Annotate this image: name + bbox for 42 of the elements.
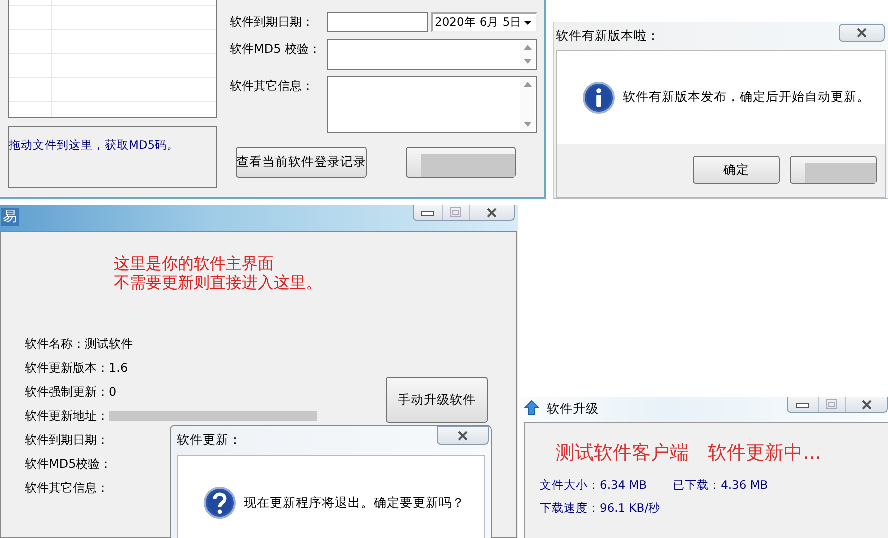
- dialog-title: 软件更新：: [177, 431, 242, 449]
- download-stat: 文件大小：6.34 MB: [540, 478, 648, 493]
- dropdown-caret-icon: [524, 20, 532, 24]
- date-dropdown[interactable]: 2020年 6月 5日: [431, 12, 538, 33]
- info-text: 软件更新版本：1.6: [25, 360, 128, 376]
- download-stat: 下载速度：96.1 KB/秒: [540, 501, 661, 516]
- field-label: 软件到期日期：: [230, 14, 315, 31]
- dialog-message: 软件有新版本发布，确定后开始自动更新。: [623, 89, 870, 106]
- maximize-icon: [826, 399, 838, 410]
- text-area[interactable]: [327, 39, 537, 70]
- info-text: 软件名称：测试软件: [25, 336, 133, 352]
- scroll-up-icon[interactable]: [522, 44, 532, 51]
- dialog-button[interactable]: [406, 147, 516, 178]
- info-text: 软件MD5校验：: [25, 456, 112, 472]
- up-arrow-icon: [524, 400, 540, 416]
- upgrade-button[interactable]: 手动升级软件: [386, 377, 488, 423]
- dialog-button[interactable]: 确定: [693, 156, 780, 184]
- field-label: 软件MD5 校验：: [230, 41, 322, 58]
- text-area[interactable]: [327, 76, 537, 133]
- info-text: 软件强制更新：0: [25, 384, 117, 400]
- info-text: 软件其它信息：: [25, 480, 109, 496]
- maximize-icon: [450, 207, 462, 218]
- dialog-message: 现在更新程序将退出。确定要更新吗？: [244, 494, 465, 512]
- field-label: 软件其它信息：: [230, 78, 315, 95]
- info-text: 软件更新地址：: [25, 408, 109, 424]
- dialog-button[interactable]: [790, 156, 877, 184]
- dialog-button[interactable]: 查看当前软件登录记录: [236, 147, 367, 178]
- redaction-block: [805, 163, 876, 183]
- status-text: 测试软件客户端 软件更新中...: [556, 441, 822, 466]
- window-title: 软件升级: [547, 400, 599, 418]
- input-field[interactable]: [327, 12, 428, 32]
- scroll-up-icon[interactable]: [522, 81, 532, 88]
- dialog-title: 软件有新版本啦：: [556, 27, 660, 45]
- question-icon: [204, 487, 236, 519]
- banner-text: 这里是你的软件主界面 不需要更新则直接进入这里。: [114, 254, 323, 292]
- info-text: 软件到期日期：: [25, 432, 109, 448]
- download-stat: 已下载：4.36 MB: [673, 478, 768, 493]
- drop-hint: 拖动文件到这里，获取MD5码。: [8, 126, 217, 188]
- scroll-down-icon[interactable]: [522, 58, 532, 65]
- info-icon: [583, 82, 615, 114]
- app-icon: 易: [1, 208, 19, 226]
- scroll-down-icon[interactable]: [522, 121, 532, 128]
